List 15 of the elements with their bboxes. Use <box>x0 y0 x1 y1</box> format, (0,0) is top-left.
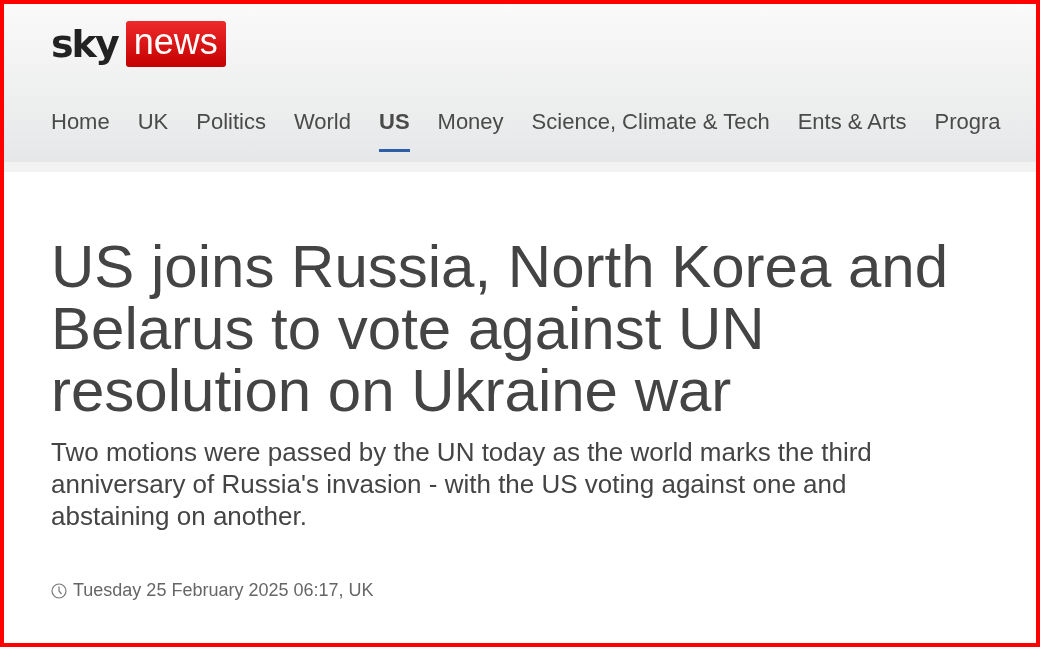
nav-tab[interactable]: Progra <box>934 109 1001 152</box>
nav-tab[interactable]: Home <box>51 109 110 152</box>
headline: US joins Russia, North Korea and Belarus to vote against UN resolution on Ukraine war <box>51 236 950 422</box>
logo-brand[interactable]: sky <box>51 25 118 63</box>
nav-tab[interactable]: Ents & Arts <box>797 109 907 152</box>
nav-tab[interactable]: Science, Climate & Tech <box>531 109 770 152</box>
publish-date: Tuesday 25 February 2025 06:17, UK <box>73 580 374 601</box>
nav-tab[interactable]: World <box>293 109 351 152</box>
nav-tab[interactable]: UK <box>137 109 169 152</box>
nav-tab[interactable]: Politics <box>196 109 266 152</box>
clock-icon <box>51 582 67 599</box>
logo-badge[interactable]: news <box>125 21 226 67</box>
nav-tab[interactable]: US <box>379 109 410 152</box>
nav-tab[interactable]: Money <box>437 109 504 152</box>
standfirst: Two motions were passed by the UN today as the world marks the third anniversary of Russia's invasion - with the US voting against one and abstaining on another. <box>51 436 873 532</box>
